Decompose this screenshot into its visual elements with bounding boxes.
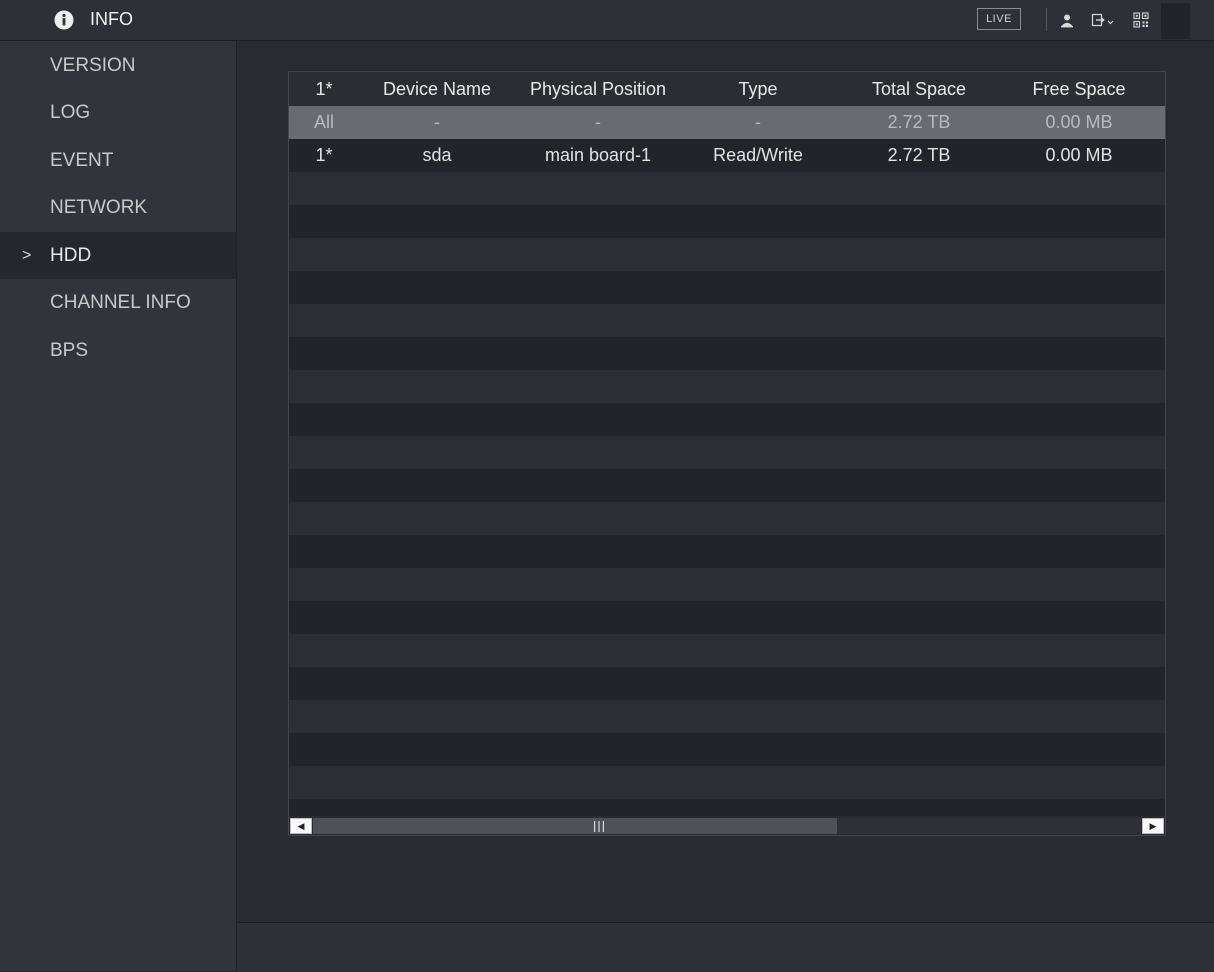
empty-row (289, 766, 1165, 799)
table-cell: - (755, 112, 761, 132)
column-header[interactable]: 1* (289, 72, 359, 106)
table-cell: main board-1 (544, 145, 652, 165)
table-header: 1* Device Name Physical Position Type To… (289, 72, 1165, 106)
scroll-track[interactable] (837, 818, 1141, 834)
table-cell: - (434, 112, 440, 132)
footer-bar (237, 922, 1214, 972)
divider (1046, 8, 1047, 31)
empty-row (289, 304, 1165, 337)
top-bar: INFO LIVE (0, 0, 1214, 41)
empty-row (289, 733, 1165, 766)
empty-row (289, 799, 1165, 816)
empty-row (289, 568, 1165, 601)
empty-row (289, 205, 1165, 238)
sidebar-item-log[interactable]: LOG (0, 89, 236, 136)
live-button[interactable]: LIVE (977, 8, 1021, 30)
sidebar-item-label: NETWORK (50, 197, 148, 218)
sidebar-item-label: BPS (50, 340, 89, 361)
table-cell: 0.00 MB (1045, 145, 1113, 165)
sidebar-item-version[interactable]: VERSION (0, 42, 236, 89)
hdd-table: 1* Device Name Physical Position Type To… (288, 71, 1166, 836)
table-cell: 0.00 MB (1045, 112, 1113, 132)
chevron-right-icon: > (22, 247, 32, 264)
table-cell: Read/Write (713, 145, 803, 165)
qr-code-icon[interactable] (1133, 12, 1149, 28)
window-control[interactable] (1161, 3, 1190, 39)
column-header[interactable]: Device Name (359, 72, 515, 106)
sidebar-item-channel-info[interactable]: CHANNEL INFO (0, 279, 236, 326)
empty-row (289, 238, 1165, 271)
scroll-right-button[interactable]: ▶ (1142, 818, 1164, 834)
empty-row (289, 271, 1165, 304)
info-icon (54, 10, 74, 30)
sidebar-item-label: CHANNEL INFO (50, 292, 191, 313)
table-cell: - (595, 112, 601, 132)
scroll-left-button[interactable]: ◀ (290, 818, 312, 834)
table-row[interactable]: All - - - 2.72 TB 0.00 MB (289, 106, 1165, 139)
empty-row (289, 634, 1165, 667)
sidebar-item-hdd[interactable]: > HDD (0, 232, 236, 279)
empty-row (289, 436, 1165, 469)
empty-row (289, 667, 1165, 700)
sidebar-item-label: LOG (50, 102, 91, 123)
empty-row (289, 535, 1165, 568)
sidebar-item-label: VERSION (50, 55, 136, 76)
table-cell: 2.72 TB (887, 112, 951, 132)
column-header[interactable]: Free Space (1003, 72, 1155, 106)
empty-row (289, 337, 1165, 370)
user-icon[interactable] (1059, 12, 1075, 28)
table-cell: sda (422, 145, 452, 165)
empty-row (289, 502, 1165, 535)
page-title: INFO (90, 9, 133, 29)
empty-row (289, 700, 1165, 733)
scroll-thumb[interactable] (313, 818, 837, 834)
logout-icon[interactable] (1091, 12, 1115, 28)
grip-icon (594, 821, 604, 832)
empty-row (289, 469, 1165, 502)
sidebar-item-label: EVENT (50, 150, 114, 171)
sidebar-item-label: HDD (50, 245, 92, 266)
table-cell: 2.72 TB (887, 145, 951, 165)
column-header[interactable]: Physical Position (515, 72, 681, 106)
empty-row (289, 601, 1165, 634)
empty-row (289, 370, 1165, 403)
horizontal-scrollbar[interactable]: ◀ ▶ (289, 816, 1165, 835)
sidebar: VERSION LOG EVENT NETWORK > HDD CHANNEL … (0, 41, 237, 971)
column-header[interactable]: Total Space (835, 72, 1003, 106)
empty-row (289, 172, 1165, 205)
table-cell: 1* (315, 145, 333, 165)
sidebar-item-bps[interactable]: BPS (0, 327, 236, 374)
sidebar-item-event[interactable]: EVENT (0, 137, 236, 184)
table-cell: All (313, 112, 334, 132)
empty-row (289, 403, 1165, 436)
sidebar-item-network[interactable]: NETWORK (0, 184, 236, 231)
table-row[interactable]: 1* sda main board-1 Read/Write 2.72 TB 0… (289, 139, 1165, 172)
column-header[interactable]: Type (681, 72, 835, 106)
